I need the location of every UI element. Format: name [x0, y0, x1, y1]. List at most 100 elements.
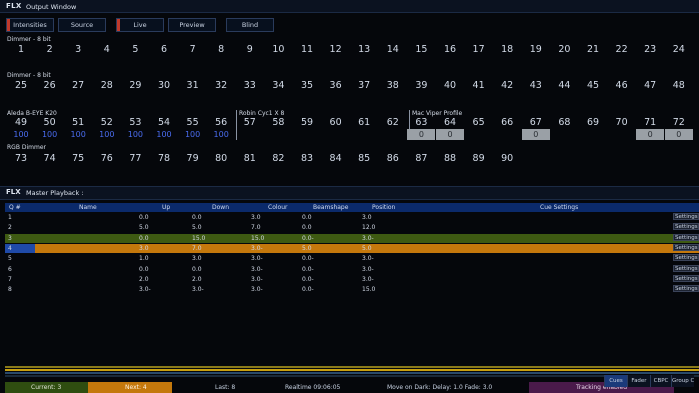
channel-cell[interactable]: 57: [236, 116, 264, 140]
col-name[interactable]: Name: [79, 203, 97, 212]
channel-cell[interactable]: 83: [293, 152, 321, 165]
table-row[interactable]: 5 1.0 3.0 3.0- 0.0- 3.0- Settings: [5, 254, 699, 263]
channel-cell[interactable]: 12: [322, 43, 350, 56]
channel-cell[interactable]: 65: [465, 116, 493, 140]
channel-cell[interactable]: 63 0: [407, 116, 436, 140]
channel-cell[interactable]: 66: [493, 116, 521, 140]
channel-cell[interactable]: 90: [493, 152, 521, 165]
col-up[interactable]: Up: [162, 203, 170, 212]
channel-cell[interactable]: 46: [608, 79, 636, 92]
channel-cell[interactable]: 7: [179, 43, 207, 56]
cue-settings-button[interactable]: Settings: [673, 233, 699, 241]
channel-cell[interactable]: 67 0: [521, 116, 550, 140]
channel-cell[interactable]: 59: [293, 116, 321, 140]
channel-cell[interactable]: 81: [236, 152, 264, 165]
channel-cell[interactable]: 64 0: [436, 116, 464, 140]
channel-cell[interactable]: 16: [436, 43, 464, 56]
channel-cell[interactable]: 35: [293, 79, 321, 92]
tab-intensities[interactable]: Intensities: [6, 18, 54, 32]
channel-cell[interactable]: 48: [665, 79, 693, 92]
channel-cell[interactable]: 71 0: [636, 116, 665, 140]
channel-cell[interactable]: 51 100: [64, 116, 92, 140]
channel-cell[interactable]: 25: [7, 79, 35, 92]
channel-cell[interactable]: 78: [150, 152, 178, 165]
channel-cell[interactable]: 77: [121, 152, 149, 165]
channel-cell[interactable]: 26: [36, 79, 64, 92]
channel-cell[interactable]: 82: [264, 152, 292, 165]
channel-cell[interactable]: 19: [522, 43, 550, 56]
col-q[interactable]: Q #: [9, 203, 21, 212]
bottom-tab-cbpc[interactable]: CBPC: [650, 375, 671, 387]
channel-cell[interactable]: 24: [665, 43, 693, 56]
table-row[interactable]: 2 5.0 5.0 7.0 0.0 12.0 Settings: [5, 223, 699, 232]
channel-cell[interactable]: 85: [350, 152, 378, 165]
channel-cell[interactable]: 37: [350, 79, 378, 92]
bottom-tab-cues[interactable]: Cues: [604, 375, 627, 387]
channel-cell[interactable]: 70: [608, 116, 636, 140]
channel-cell[interactable]: 34: [264, 79, 292, 92]
channel-cell[interactable]: 84: [322, 152, 350, 165]
channel-cell[interactable]: 88: [436, 152, 464, 165]
channel-cell[interactable]: 41: [465, 79, 493, 92]
channel-cell[interactable]: 17: [465, 43, 493, 56]
cue-settings-button[interactable]: Settings: [673, 285, 699, 293]
col-beamshape[interactable]: Beamshape: [313, 203, 348, 212]
cue-settings-button[interactable]: Settings: [673, 264, 699, 272]
channel-cell[interactable]: 73: [7, 152, 35, 165]
channel-cell[interactable]: 30: [150, 79, 178, 92]
channel-cell[interactable]: 45: [579, 79, 607, 92]
tab-preview[interactable]: Preview: [168, 18, 216, 32]
col-colour[interactable]: Colour: [268, 203, 287, 212]
channel-cell[interactable]: 6: [150, 43, 178, 56]
channel-cell[interactable]: 32: [207, 79, 235, 92]
channel-cell[interactable]: 11: [293, 43, 321, 56]
col-down[interactable]: Down: [212, 203, 229, 212]
col-position[interactable]: Position: [372, 203, 395, 212]
cue-settings-button[interactable]: Settings: [673, 223, 699, 231]
channel-cell[interactable]: 42: [493, 79, 521, 92]
channel-cell[interactable]: 76: [93, 152, 121, 165]
channel-cell[interactable]: 27: [64, 79, 92, 92]
channel-cell[interactable]: 52 100: [93, 116, 121, 140]
table-row[interactable]: 3 0.0 15.0 15.0 0.0- 3.0- Settings: [5, 233, 699, 243]
channel-cell[interactable]: 80: [207, 152, 235, 165]
channel-cell[interactable]: 50 100: [36, 116, 64, 140]
channel-cell[interactable]: 4: [93, 43, 121, 56]
channel-cell[interactable]: 23: [636, 43, 664, 56]
cue-settings-button[interactable]: Settings: [673, 274, 699, 282]
channel-cell[interactable]: 2: [36, 43, 64, 56]
channel-cell[interactable]: 13: [350, 43, 378, 56]
channel-cell[interactable]: 47: [636, 79, 664, 92]
channel-cell[interactable]: 68: [550, 116, 578, 140]
channel-cell[interactable]: 72 0: [664, 116, 693, 140]
channel-cell[interactable]: 43: [522, 79, 550, 92]
channel-cell[interactable]: 8: [207, 43, 235, 56]
channel-cell[interactable]: 1: [7, 43, 35, 56]
channel-cell[interactable]: 9: [236, 43, 264, 56]
table-row[interactable]: 8 3.0- 3.0- 3.0- 0.0- 15.0 Settings: [5, 285, 699, 294]
channel-cell[interactable]: 33: [236, 79, 264, 92]
channel-cell[interactable]: 40: [436, 79, 464, 92]
channel-cell[interactable]: 29: [121, 79, 149, 92]
tab-live[interactable]: Live: [116, 18, 164, 32]
channel-cell[interactable]: 60: [322, 116, 350, 140]
channel-cell[interactable]: 55 100: [179, 116, 207, 140]
channel-cell[interactable]: 15: [407, 43, 435, 56]
channel-cell[interactable]: 31: [179, 79, 207, 92]
table-row[interactable]: 6 0.0 0.0 3.0- 0.0- 3.0- Settings: [5, 264, 699, 274]
channel-cell[interactable]: 86: [379, 152, 407, 165]
channel-cell[interactable]: 56 100: [207, 116, 235, 140]
bottom-tab-group-cues[interactable]: Group Cues: [671, 375, 694, 387]
channel-cell[interactable]: 3: [64, 43, 92, 56]
channel-cell[interactable]: 18: [493, 43, 521, 56]
channel-cell[interactable]: 28: [93, 79, 121, 92]
channel-cell[interactable]: 22: [608, 43, 636, 56]
channel-cell[interactable]: 58: [264, 116, 292, 140]
channel-cell[interactable]: 49 100: [7, 116, 35, 140]
tab-blind[interactable]: Blind: [226, 18, 274, 32]
channel-cell[interactable]: 75: [64, 152, 92, 165]
channel-cell[interactable]: 38: [379, 79, 407, 92]
channel-cell[interactable]: 74: [36, 152, 64, 165]
channel-cell[interactable]: 36: [322, 79, 350, 92]
channel-cell[interactable]: 20: [550, 43, 578, 56]
